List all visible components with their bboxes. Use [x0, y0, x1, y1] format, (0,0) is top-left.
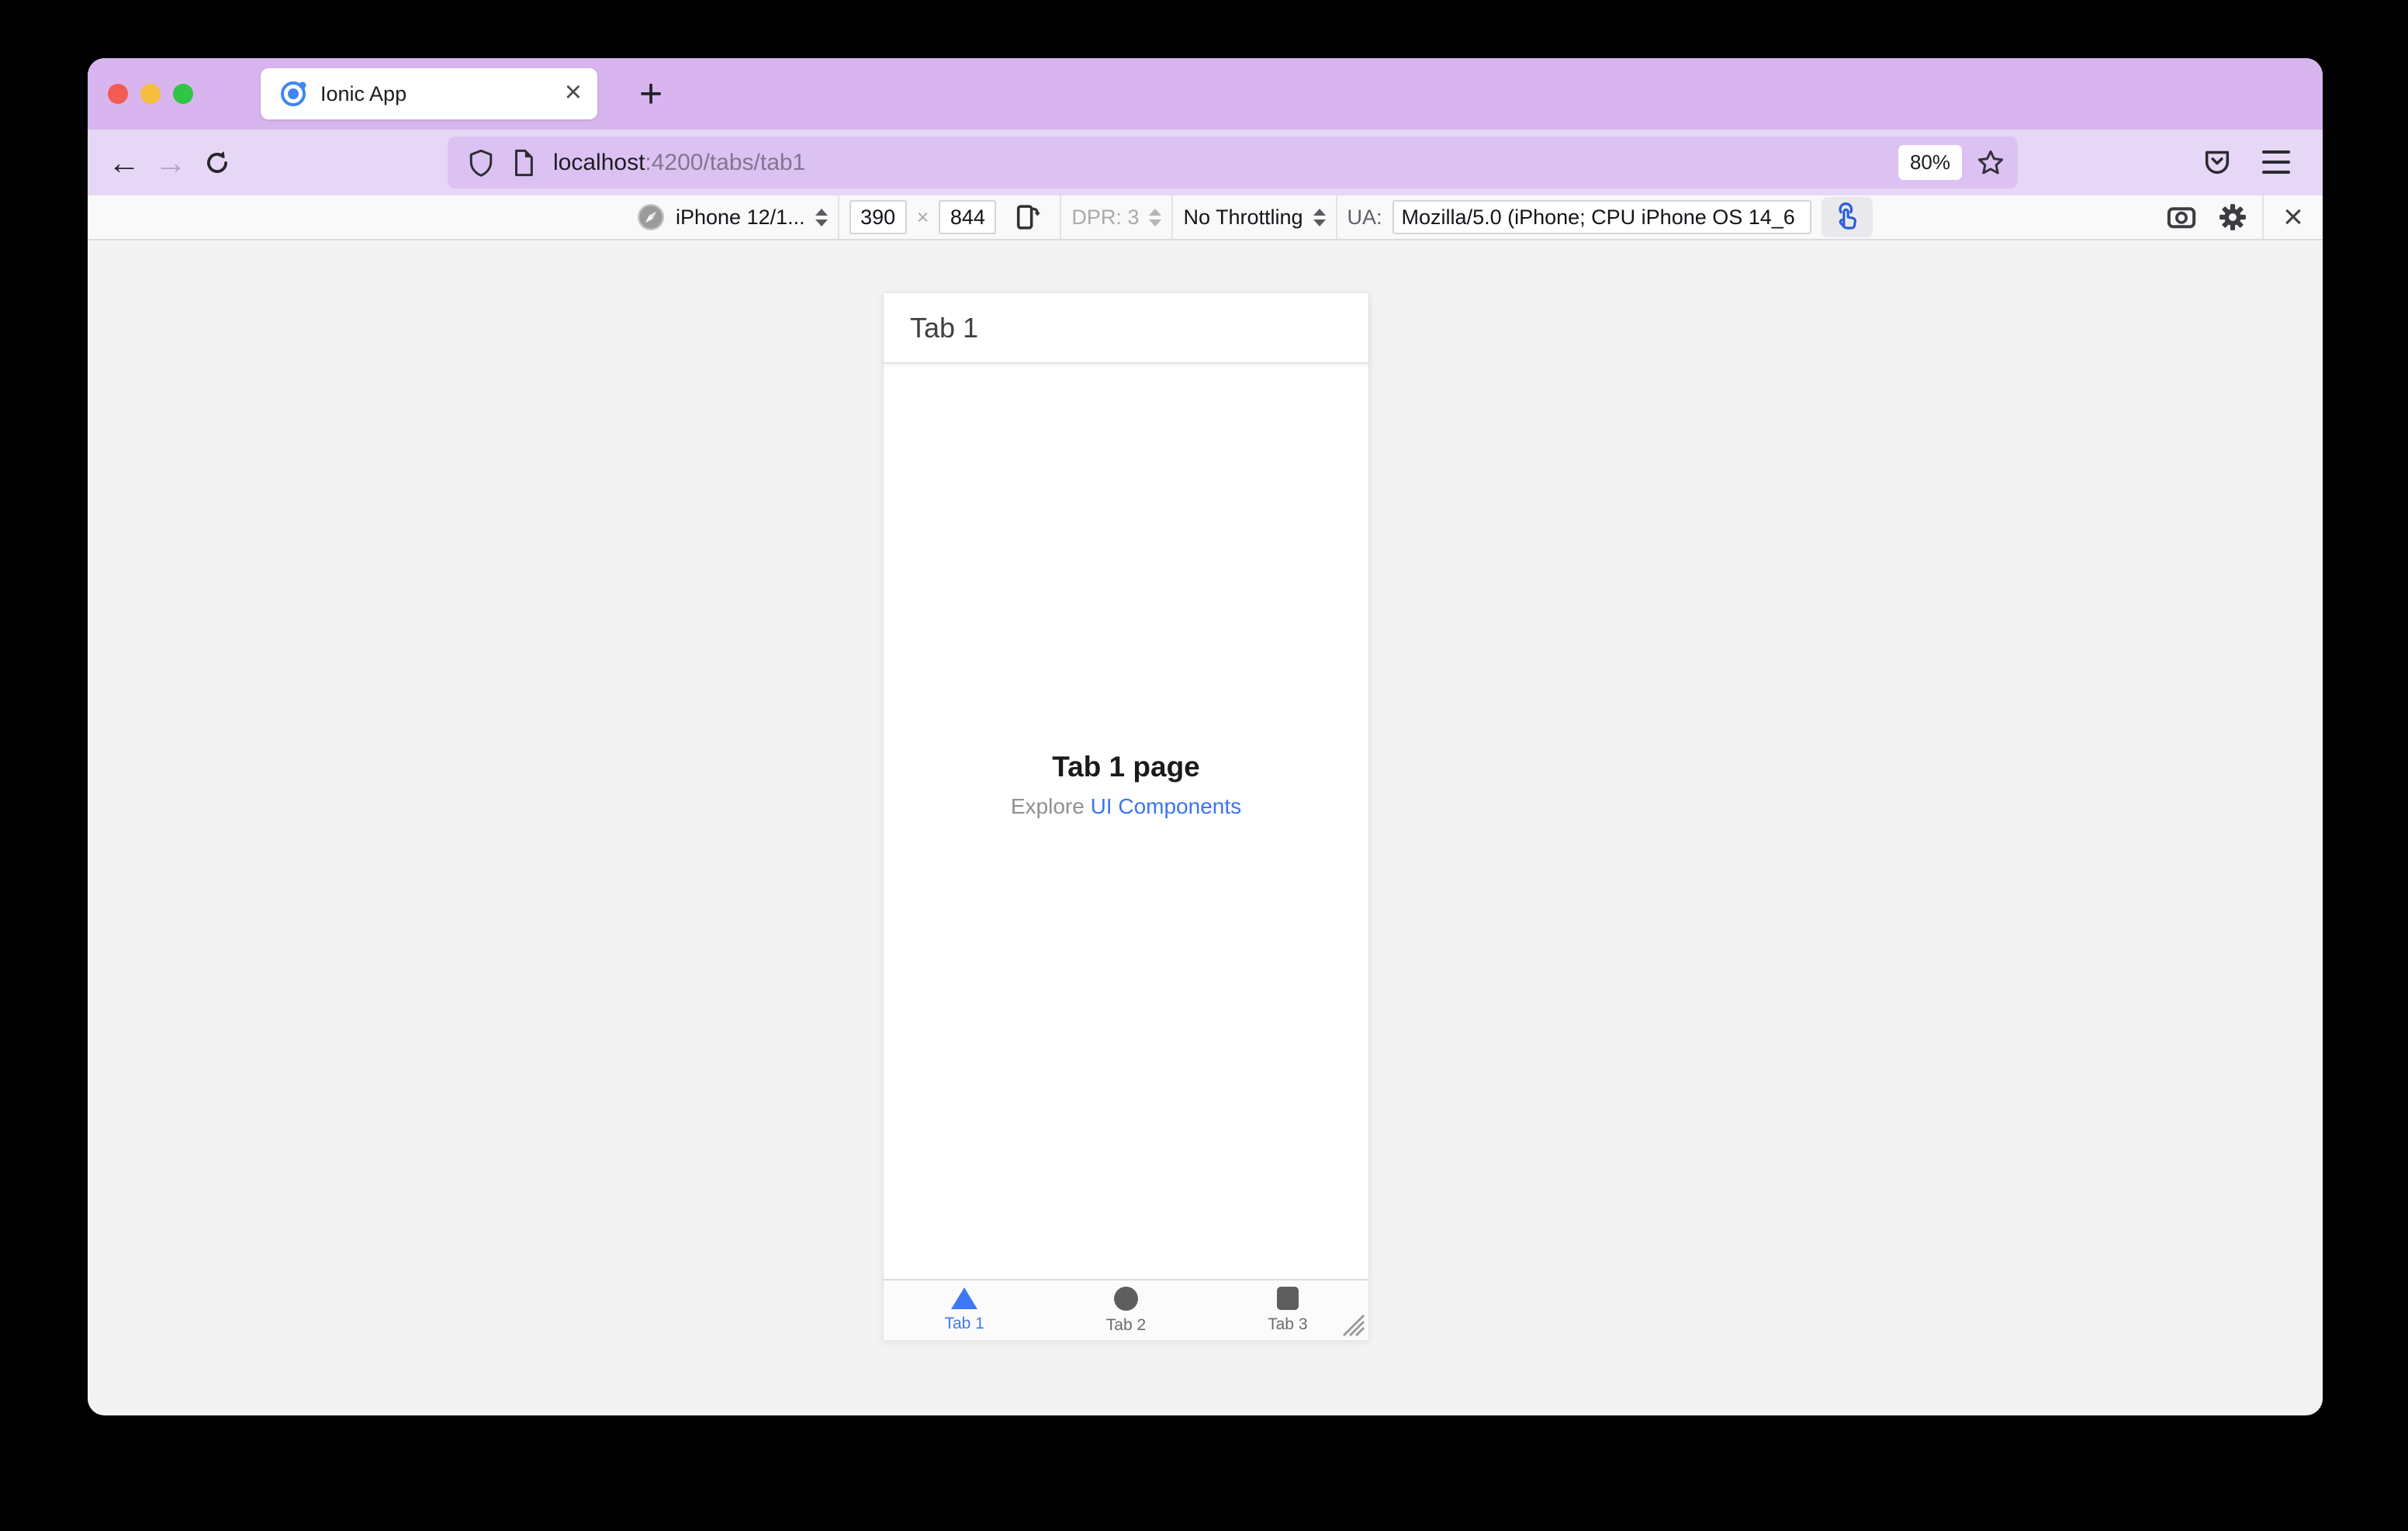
new-tab-button[interactable]: +: [626, 69, 676, 119]
square-icon: [1276, 1287, 1299, 1310]
page-subtitle: Explore UI Components: [884, 794, 1368, 819]
rdm-toolbar: iPhone 12/1... × DPR: 3 No Thro: [88, 195, 2323, 240]
ellipse-icon: [1113, 1286, 1138, 1311]
navigation-toolbar: ← → localhost:4200/tabs/tab1 80%: [88, 130, 2323, 195]
minimize-window-button[interactable]: [140, 84, 161, 104]
close-window-button[interactable]: [108, 84, 128, 104]
zoom-level-badge[interactable]: 80%: [1898, 145, 1962, 180]
app-menu-button[interactable]: [2253, 139, 2299, 185]
bookmark-star-icon[interactable]: [1976, 148, 2005, 178]
url-bar[interactable]: localhost:4200/tabs/tab1 80%: [448, 137, 2018, 188]
tab-title: Ionic App: [320, 81, 407, 105]
url-text[interactable]: localhost:4200/tabs/tab1: [553, 150, 1898, 176]
touch-pointer-icon: [1838, 202, 1856, 230]
reload-icon: [207, 150, 227, 173]
ua-label: UA:: [1347, 205, 1382, 229]
browser-titlebar: Ionic App × +: [88, 58, 2323, 130]
throttling-stepper-icon[interactable]: [1313, 208, 1326, 226]
url-path: :4200/tabs/tab1: [645, 149, 806, 175]
page-content-area: Tab 1 Tab 1 page Explore UI Components T…: [88, 240, 2323, 1414]
camera-icon: [2167, 207, 2196, 229]
ionic-favicon: [281, 81, 306, 106]
rotate-viewport-button[interactable]: [1006, 197, 1050, 237]
browser-window: Ionic App × + ← → localhost:4200/tabs/ta…: [88, 58, 2323, 1415]
tab-label: Tab 2: [1105, 1315, 1147, 1334]
url-host: localhost: [553, 149, 645, 175]
back-button[interactable]: ←: [101, 140, 147, 186]
browser-tab[interactable]: Ionic App ×: [261, 68, 597, 119]
throttling-selector[interactable]: No Throttling: [1183, 206, 1303, 230]
viewport-resize-handle[interactable]: [1336, 1308, 1365, 1337]
gear-icon: [2219, 204, 2246, 230]
dpr-selector: DPR: 3: [1071, 205, 1140, 229]
hamburger-icon: [2262, 150, 2290, 154]
touch-simulation-toggle[interactable]: [1821, 197, 1873, 237]
tab-label: Tab 3: [1268, 1315, 1308, 1333]
shield-permissions-icon[interactable]: [468, 148, 494, 178]
app-tab-bar: Tab 1 Tab 2 Tab 3: [884, 1279, 1368, 1340]
forward-button: →: [154, 143, 187, 181]
viewport-height-input[interactable]: [939, 200, 997, 234]
rdm-right-controls: ×: [2160, 195, 2315, 239]
close-tab-icon[interactable]: ×: [565, 78, 582, 107]
safari-browser-icon: [637, 203, 665, 231]
device-viewport: Tab 1 Tab 1 page Explore UI Components T…: [883, 292, 1369, 1341]
viewport-width-input[interactable]: [849, 200, 907, 234]
reload-button[interactable]: [194, 140, 240, 186]
ui-components-link[interactable]: UI Components: [1091, 794, 1242, 818]
device-selector-stepper-icon[interactable]: [815, 208, 828, 226]
triangle-icon: [951, 1287, 978, 1309]
maximize-window-button[interactable]: [173, 84, 193, 104]
rdm-controls: iPhone 12/1... × DPR: 3 No Thro: [636, 195, 1873, 239]
subtitle-text: Explore: [1010, 793, 1091, 818]
app-main: Tab 1 page Explore UI Components: [884, 364, 1368, 1279]
pocket-icon: [2205, 150, 2230, 175]
tab-button-tab1[interactable]: Tab 1: [884, 1280, 1045, 1340]
page-info-icon[interactable]: [510, 148, 536, 178]
tab-button-tab2[interactable]: Tab 2: [1045, 1280, 1206, 1340]
dpr-stepper-icon: [1149, 208, 1162, 226]
app-header: Tab 1: [884, 293, 1368, 364]
rdm-settings-button[interactable]: [2211, 197, 2254, 237]
close-rdm-button[interactable]: ×: [2271, 197, 2315, 237]
screenshot-button[interactable]: [2160, 197, 2203, 237]
page-title: Tab 1 page: [1052, 750, 1200, 783]
times-separator: ×: [916, 205, 929, 229]
user-agent-input[interactable]: [1392, 200, 1811, 234]
device-selector[interactable]: iPhone 12/1...: [676, 206, 805, 230]
rotate-phone-icon: [1017, 205, 1041, 230]
pocket-button[interactable]: [2194, 139, 2240, 185]
app-center-container: Tab 1 page Explore UI Components: [884, 751, 1368, 819]
screenshot-canvas: Ionic App × + ← → localhost:4200/tabs/ta…: [0, 0, 2408, 1531]
app-header-title: Tab 1: [910, 311, 979, 344]
tab-label: Tab 1: [944, 1315, 984, 1332]
